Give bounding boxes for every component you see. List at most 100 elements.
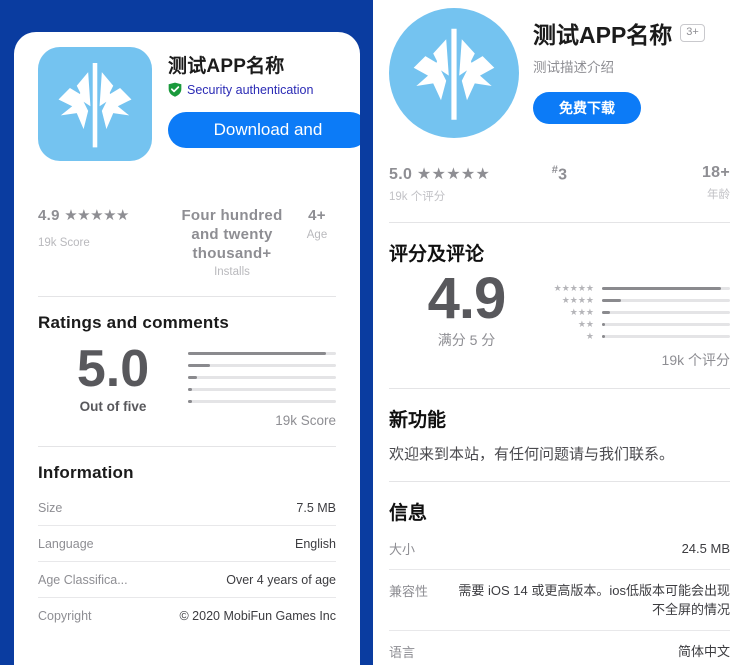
rating-bar-row	[188, 383, 336, 395]
rating-bar-fill	[188, 375, 197, 379]
star-rating-icon: ★★★	[569, 306, 594, 317]
rating-bar-row	[188, 359, 336, 371]
information-row-value: Over 4 years of age	[226, 573, 336, 588]
information-row: 大小 24.5 MB	[389, 525, 730, 569]
right-app-title: 测试APP名称	[533, 22, 673, 48]
rating-bar-row: ★★	[544, 318, 730, 330]
stat-rating: 5.0 ★★★★★ 19k 个评分	[389, 164, 503, 204]
stat-installs-value: Four hundred and twenty thousand+	[181, 207, 283, 262]
free-download-button[interactable]: 免费下载	[533, 92, 641, 124]
rating-count-label: 19k Score	[275, 413, 336, 429]
stat-rating-label: 19k Score	[38, 236, 90, 249]
stat-age-label: 年龄	[707, 189, 731, 201]
information-row-value: 7.5 MB	[296, 501, 336, 516]
rating-bar-fill	[188, 363, 211, 367]
rating-bar-track	[188, 399, 336, 403]
information-row-key: Language	[38, 537, 94, 552]
whats-new-heading: 新功能	[389, 410, 447, 431]
rating-bar-fill	[188, 351, 326, 355]
stat-rank-value: 3	[558, 166, 568, 184]
rating-bar-row: ★★★	[544, 306, 730, 318]
stat-installs-label: Installs	[214, 266, 250, 279]
left-app-header: 测试APP名称 Security authentication Download…	[38, 32, 360, 161]
stat-age-label: Age	[306, 228, 328, 241]
information-row-key: 大小	[389, 542, 416, 557]
stat-rating: 4.9 ★★★★★ 19k Score	[38, 207, 166, 249]
information-section-heading: Information	[38, 463, 134, 483]
star-rating-icon: ★★	[577, 318, 594, 329]
rating-bar-fill	[602, 322, 605, 326]
rating-bar-fill	[602, 334, 605, 338]
information-row-key: 语言	[389, 644, 416, 660]
right-panel: 测试APP名称 3+ 测试描述介绍 免费下载 5.0 ★★★★★ 19k 个评分…	[373, 0, 746, 665]
rating-bar-row: ★★★★★	[544, 282, 730, 294]
rating-bar-row	[188, 395, 336, 407]
information-row-value: English	[295, 537, 336, 552]
right-ratings-block: 4.9 满分 5 分 ★★★★★ ★★★★ ★★★ ★★ ★ 19k 个评分	[389, 270, 730, 370]
left-ratings-block: 5.0 Out of five 19k Score	[38, 341, 336, 428]
information-row-value: 简体中文	[677, 643, 730, 659]
security-badge-label: Security authentication	[187, 82, 314, 97]
information-row-key: Size	[38, 501, 63, 516]
information-row: 语言 简体中文	[389, 629, 730, 665]
divider	[389, 481, 730, 482]
rating-bar-fill	[602, 298, 622, 302]
rating-bar-row: ★	[544, 330, 730, 342]
average-rating-label: 满分 5 分	[437, 332, 496, 348]
star-rating-icon: ★★★★	[561, 294, 594, 305]
rating-distribution-bars	[188, 347, 336, 407]
divider	[389, 388, 730, 389]
rating-bar-track	[188, 363, 336, 367]
download-button[interactable]: Download and	[168, 112, 360, 148]
information-row: Age Classifica... Over 4 years of age	[38, 561, 336, 597]
shield-check-icon	[168, 82, 182, 97]
average-rating-label: Out of five	[79, 398, 147, 414]
stat-age: 4+ Age	[298, 207, 336, 241]
stat-rating-value: 4.9	[38, 207, 60, 224]
rating-bar-track	[602, 334, 730, 338]
app-store-comparison-screen: 测试APP名称 Security authentication Download…	[0, 0, 746, 665]
left-stats-row: 4.9 ★★★★★ 19k Score Four hundred and twe…	[38, 207, 336, 278]
divider	[38, 446, 336, 448]
left-panel: 测试APP名称 Security authentication Download…	[0, 0, 373, 665]
stat-age-value: 4+	[308, 207, 326, 224]
rating-bar-track	[188, 351, 336, 355]
stat-rating-value: 5.0	[389, 166, 413, 183]
rating-bar-track	[602, 286, 730, 290]
stat-installs: Four hundred and twenty thousand+ Instal…	[166, 207, 298, 278]
average-rating-value: 4.9	[427, 266, 507, 331]
rating-bar-track	[602, 310, 730, 314]
divider	[38, 296, 336, 298]
information-row-value: © 2020 MobiFun Games Inc	[179, 609, 336, 624]
age-rating-chip: 3+	[680, 24, 705, 42]
app-logo-icon	[38, 47, 152, 161]
information-list: 大小 24.5 MB 兼容性 需要 iOS 14 或更高版本。ios低版本可能会出现不…	[389, 525, 730, 665]
information-section-heading: 信息	[389, 503, 428, 524]
rating-bar-row	[188, 371, 336, 383]
rating-bar-track	[602, 298, 730, 302]
ratings-section-heading: 评分及评论	[389, 244, 485, 265]
stat-rating-label: 19k 个评分	[389, 191, 446, 203]
information-row: Copyright © 2020 MobiFun Games Inc	[38, 597, 336, 633]
security-badge-row: Security authentication	[168, 82, 336, 97]
stat-age: 18+ 年龄	[616, 164, 730, 202]
right-title-line: 测试APP名称 3+	[533, 16, 730, 50]
star-rating-icon: ★★★★★	[64, 207, 129, 224]
right-app-subtitle: 测试描述介绍	[533, 60, 614, 75]
app-logo-icon	[389, 8, 519, 138]
ratings-section-heading: Ratings and comments	[38, 313, 230, 333]
average-rating-value: 5.0	[76, 340, 150, 399]
left-app-title: 测试APP名称	[168, 56, 285, 77]
rating-bar-fill	[188, 387, 193, 391]
right-app-header: 测试APP名称 3+ 测试描述介绍 免费下载	[389, 0, 730, 138]
rating-bar-track	[188, 387, 336, 391]
right-stats-row: 5.0 ★★★★★ 19k 个评分 #3 18+ 年龄	[389, 164, 730, 204]
information-row-key: 兼容性	[389, 583, 429, 599]
information-row-key: Age Classifica...	[38, 573, 128, 588]
stat-rank: #3	[503, 164, 617, 188]
rating-bar-row	[188, 347, 336, 359]
star-rating-icon: ★	[585, 330, 594, 341]
rating-bar-track	[602, 322, 730, 326]
information-row: Size 7.5 MB	[38, 489, 336, 525]
divider	[389, 222, 730, 223]
